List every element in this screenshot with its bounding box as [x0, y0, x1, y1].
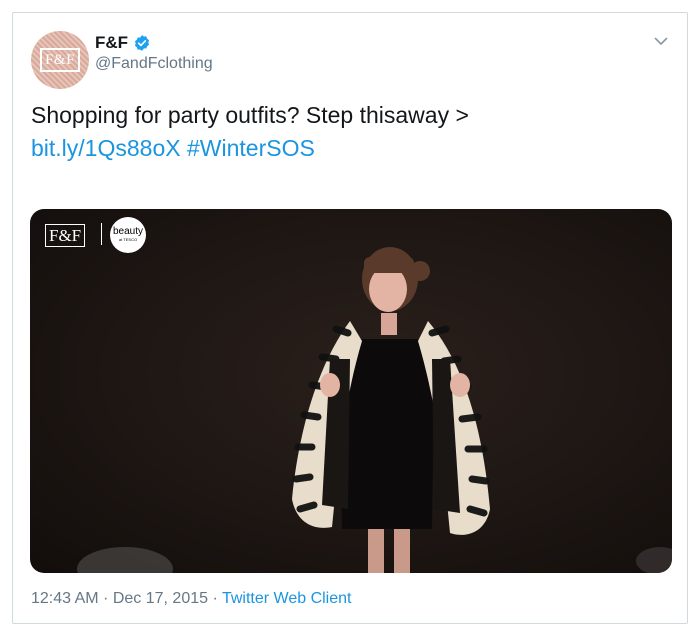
badge-divider: [101, 223, 102, 245]
beauty-badge-text: beauty: [112, 226, 144, 237]
tweet-date[interactable]: Dec 17, 2015: [113, 590, 208, 607]
avatar[interactable]: F&F: [31, 31, 89, 89]
tweet-hashtag[interactable]: #WinterSOS: [187, 135, 315, 161]
brand-badge: F&F: [45, 224, 86, 247]
footer-separator: ·: [98, 590, 113, 607]
tweet-card: F&F F&F @FandFclothing Shopping for part…: [12, 12, 688, 624]
tweet-source[interactable]: Twitter Web Client: [222, 590, 352, 607]
avatar-logo: F&F: [40, 48, 80, 72]
tweet-body: Shopping for party outfits? Step thisawa…: [31, 102, 469, 128]
account-handle[interactable]: @FandFclothing: [95, 55, 213, 73]
footer-separator: ·: [208, 590, 222, 607]
chevron-down-icon[interactable]: [653, 33, 669, 49]
beauty-badge: beauty at TESCO: [110, 217, 146, 253]
tweet-time[interactable]: 12:43 AM: [31, 590, 99, 607]
tweet-footer: 12:43 AM · Dec 17, 2015 · Twitter Web Cl…: [31, 590, 351, 608]
tweet-link[interactable]: bit.ly/1Qs88oX: [31, 135, 181, 161]
name-row: F&F: [95, 33, 151, 53]
verified-badge-icon: [134, 35, 150, 51]
beauty-badge-subtext: at TESCO: [118, 237, 138, 242]
display-name[interactable]: F&F: [95, 33, 128, 53]
tweet-text: Shopping for party outfits? Step thisawa…: [31, 99, 469, 165]
tweet-media-image[interactable]: F&F beauty at TESCO: [30, 209, 672, 573]
photo-illustration: [77, 247, 672, 573]
tweet-links-line: bit.ly/1Qs88oX #WinterSOS: [31, 132, 469, 165]
